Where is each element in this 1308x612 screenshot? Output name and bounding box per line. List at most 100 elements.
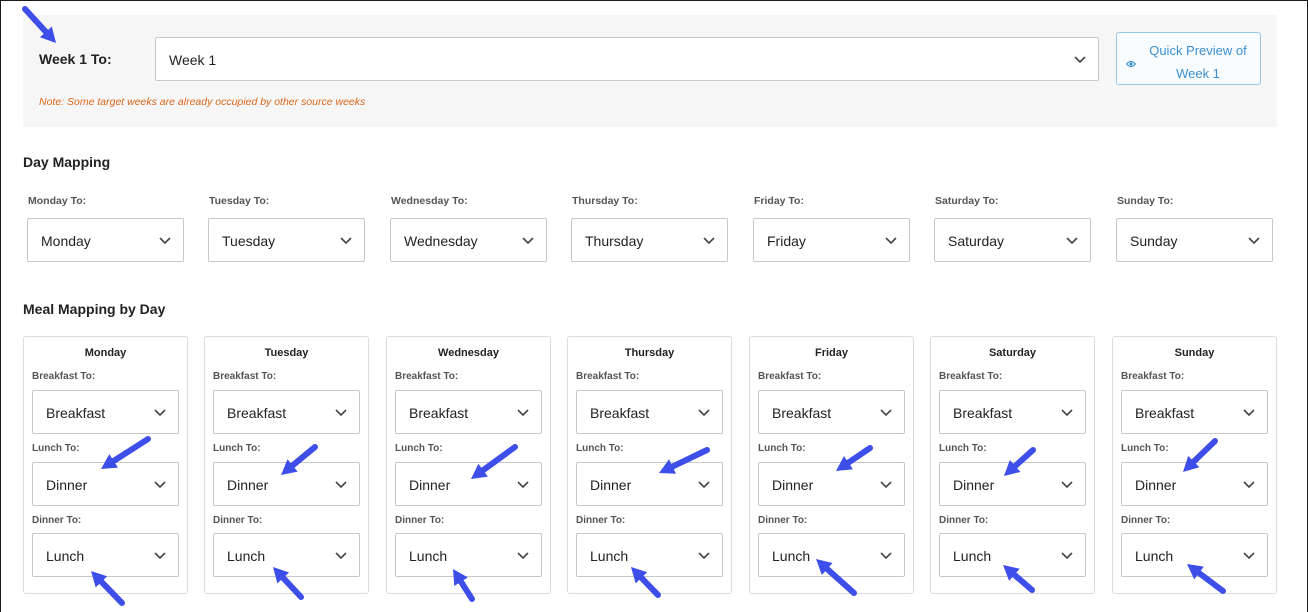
dinner-mapping-select[interactable]: Lunch — [395, 533, 542, 577]
dinner-mapping-select[interactable]: Lunch — [576, 533, 723, 577]
chevron-down-icon — [517, 409, 529, 417]
breakfast-mapping-label: Breakfast To: — [32, 371, 96, 382]
day-mapping-label: Wednesday To: — [391, 195, 468, 207]
meal-card-day-title: Sunday — [1174, 347, 1215, 359]
day-mapping-select[interactable]: Monday — [27, 218, 184, 262]
meal-card-day-title: Saturday — [988, 347, 1037, 359]
lunch-mapping-label: Lunch To: — [758, 443, 806, 454]
lunch-mapping-label: Lunch To: — [395, 443, 443, 454]
dinner-mapping-select[interactable]: Lunch — [213, 533, 360, 577]
quick-preview-button[interactable]: Quick Preview of Week 1 — [1116, 32, 1261, 85]
dinner-mapping-select[interactable]: Lunch — [939, 533, 1086, 577]
meal-mapping-title: Meal Mapping by Day — [23, 301, 166, 317]
dinner-mapping-select[interactable]: Lunch — [1121, 533, 1268, 577]
meal-mapping-card: Saturday Breakfast To: Breakfast Lunch To: D… — [930, 336, 1095, 594]
lunch-mapping-select[interactable]: Dinner — [395, 462, 542, 506]
day-mapping-value: Thursday — [585, 233, 644, 249]
lunch-mapping-select[interactable]: Dinner — [32, 462, 179, 506]
dinner-mapping-label: Dinner To: — [213, 515, 263, 526]
breakfast-mapping-select[interactable]: Breakfast — [939, 390, 1086, 434]
week-mapping-panel: Week 1 To: Week 1 Note: Some target week… — [23, 15, 1277, 127]
chevron-down-icon — [1061, 481, 1073, 489]
dinner-mapping-label: Dinner To: — [32, 515, 82, 526]
chevron-down-icon — [335, 409, 347, 417]
chevron-down-icon — [1061, 409, 1073, 417]
chevron-down-icon — [1243, 409, 1255, 417]
breakfast-mapping-select[interactable]: Breakfast — [32, 390, 179, 434]
dinner-mapping-value: Lunch — [1135, 548, 1174, 564]
day-mapping-select[interactable]: Friday — [753, 218, 910, 262]
chevron-down-icon — [154, 552, 166, 560]
lunch-mapping-value: Dinner — [409, 477, 451, 493]
breakfast-mapping-value: Breakfast — [46, 405, 106, 421]
day-mapping-value: Sunday — [1130, 233, 1178, 249]
meal-mapping-card: Friday Breakfast To: Breakfast Lunch To: Din… — [749, 336, 914, 594]
breakfast-mapping-select[interactable]: Breakfast — [758, 390, 905, 434]
breakfast-mapping-select[interactable]: Breakfast — [576, 390, 723, 434]
day-mapping-select[interactable]: Saturday — [934, 218, 1091, 262]
chevron-down-icon — [517, 481, 529, 489]
chevron-down-icon — [1061, 552, 1073, 560]
chevron-down-icon — [698, 409, 710, 417]
meal-mapping-card: Thursday Breakfast To: Breakfast Lunch To: D… — [567, 336, 732, 594]
lunch-mapping-value: Dinner — [1135, 477, 1177, 493]
chevron-down-icon — [1074, 56, 1086, 64]
dinner-mapping-value: Lunch — [409, 548, 448, 564]
dinner-mapping-label: Dinner To: — [939, 515, 989, 526]
breakfast-mapping-value: Breakfast — [1135, 405, 1195, 421]
lunch-mapping-value: Dinner — [953, 477, 995, 493]
breakfast-mapping-value: Breakfast — [409, 405, 469, 421]
chevron-down-icon — [335, 552, 347, 560]
lunch-mapping-select[interactable]: Dinner — [1121, 462, 1268, 506]
breakfast-mapping-select[interactable]: Breakfast — [213, 390, 360, 434]
meal-mapping-card: Monday Breakfast To: Breakfast Lunch To: Din… — [23, 336, 188, 594]
lunch-mapping-label: Lunch To: — [32, 443, 80, 454]
breakfast-mapping-value: Breakfast — [227, 405, 287, 421]
breakfast-mapping-select[interactable]: Breakfast — [1121, 390, 1268, 434]
lunch-mapping-select[interactable]: Dinner — [939, 462, 1086, 506]
breakfast-mapping-label: Breakfast To: — [1121, 371, 1185, 382]
dinner-mapping-select[interactable]: Lunch — [758, 533, 905, 577]
lunch-mapping-select[interactable]: Dinner — [576, 462, 723, 506]
day-mapping-column: Saturday To: Saturday — [934, 195, 1091, 262]
chevron-down-icon — [154, 409, 166, 417]
day-mapping-select[interactable]: Wednesday — [390, 218, 547, 262]
day-mapping-value: Monday — [41, 233, 91, 249]
day-mapping-select[interactable]: Sunday — [1116, 218, 1273, 262]
dinner-mapping-value: Lunch — [590, 548, 629, 564]
eye-icon — [1125, 55, 1137, 67]
breakfast-mapping-value: Breakfast — [953, 405, 1013, 421]
meal-card-day-title: Friday — [814, 347, 848, 359]
week-select-value: Week 1 — [169, 52, 217, 68]
breakfast-mapping-label: Breakfast To: — [395, 371, 459, 382]
dinner-mapping-select[interactable]: Lunch — [32, 533, 179, 577]
day-mapping-column: Tuesday To: Tuesday — [208, 195, 365, 262]
meal-mapping-card: Tuesday Breakfast To: Breakfast Lunch To: Di… — [204, 336, 369, 594]
week-select[interactable]: Week 1 — [155, 37, 1099, 81]
chevron-down-icon — [340, 237, 352, 245]
day-mapping-select[interactable]: Tuesday — [208, 218, 365, 262]
day-mapping-label: Friday To: — [754, 195, 804, 207]
day-mapping-select[interactable]: Thursday — [571, 218, 728, 262]
lunch-mapping-label: Lunch To: — [213, 443, 261, 454]
quick-preview-label: Quick Preview of Week 1 — [1149, 43, 1247, 81]
lunch-mapping-value: Dinner — [772, 477, 814, 493]
dinner-mapping-label: Dinner To: — [576, 515, 626, 526]
day-mapping-label: Saturday To: — [935, 195, 999, 207]
lunch-mapping-value: Dinner — [46, 477, 88, 493]
chevron-down-icon — [154, 481, 166, 489]
lunch-mapping-select[interactable]: Dinner — [213, 462, 360, 506]
dinner-mapping-value: Lunch — [772, 548, 811, 564]
chevron-down-icon — [335, 481, 347, 489]
day-mapping-label: Thursday To: — [572, 195, 638, 207]
chevron-down-icon — [1243, 481, 1255, 489]
breakfast-mapping-select[interactable]: Breakfast — [395, 390, 542, 434]
dinner-mapping-value: Lunch — [46, 548, 85, 564]
chevron-down-icon — [703, 237, 715, 245]
day-mapping-column: Friday To: Friday — [753, 195, 910, 262]
chevron-down-icon — [1066, 237, 1078, 245]
lunch-mapping-select[interactable]: Dinner — [758, 462, 905, 506]
meal-card-day-title: Thursday — [624, 347, 675, 359]
chevron-down-icon — [885, 237, 897, 245]
day-mapping-value: Tuesday — [222, 233, 276, 249]
